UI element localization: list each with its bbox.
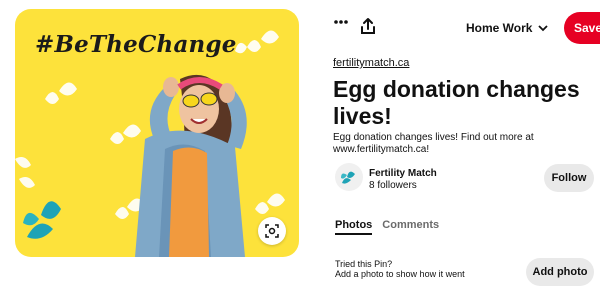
avatar[interactable] — [335, 163, 363, 191]
creator-name[interactable]: Fertility Match — [369, 168, 437, 179]
tab-photos[interactable]: Photos — [335, 219, 373, 235]
share-button[interactable] — [360, 17, 376, 35]
pin-title: Egg donation changes lives! — [333, 76, 580, 129]
follow-button[interactable]: Follow — [544, 164, 594, 192]
more-horizontal-icon — [334, 20, 348, 24]
visual-search-icon — [265, 224, 279, 238]
share-upload-icon — [361, 18, 375, 34]
tried-pin-title: Tried this Pin? — [335, 259, 393, 269]
pin-description: Egg donation changes lives! Find out mor… — [333, 132, 534, 155]
tried-pin-subtitle: Add a photo to show how it went — [335, 269, 465, 279]
fertility-match-logo-icon — [341, 171, 355, 184]
save-button[interactable]: Save — [564, 12, 600, 44]
pin-tabs: Photos Comments — [335, 219, 439, 235]
follower-count: 8 followers — [369, 180, 417, 191]
board-name: Home Work — [466, 21, 533, 35]
source-link[interactable]: fertilitymatch.ca — [333, 57, 409, 69]
tab-comments[interactable]: Comments — [382, 219, 439, 231]
board-dropdown[interactable]: Home Work — [466, 18, 549, 38]
image-hashtag: #BeTheChange — [35, 31, 237, 58]
pin-image[interactable]: #BeTheChange — [15, 9, 299, 257]
add-photo-button[interactable]: Add photo — [526, 258, 594, 286]
more-options-button[interactable] — [333, 14, 349, 30]
chevron-down-icon — [538, 24, 549, 31]
visual-search-button[interactable] — [258, 217, 286, 245]
